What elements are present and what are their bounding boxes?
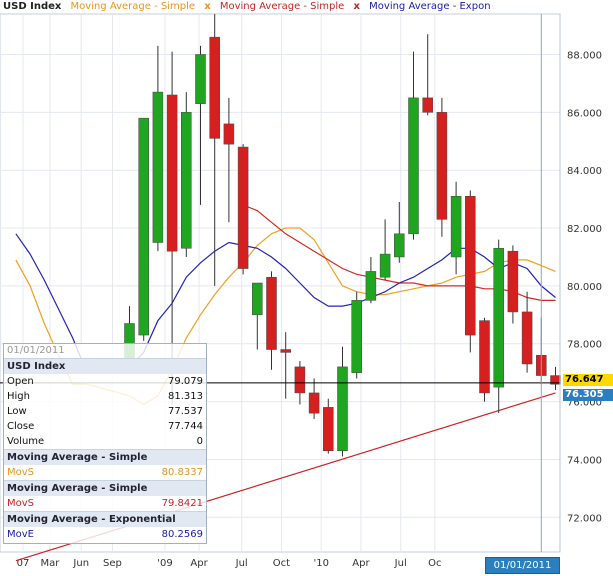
candle: [507, 245, 519, 324]
x-tick-label: Oc: [428, 558, 441, 569]
x-tick-label: '09: [157, 558, 172, 569]
x-tick-label: Jul: [235, 558, 248, 569]
y-axis: 88.00086.00084.00082.00080.00078.00076.0…: [567, 50, 602, 524]
row-label: High: [7, 391, 30, 402]
candle-body-up: [450, 195, 462, 258]
y-tick-label: 74.000: [567, 455, 602, 466]
row-value: 0: [196, 436, 203, 447]
candle-body-up: [138, 117, 149, 336]
candle-body-down: [323, 407, 334, 452]
candle-body-down: [223, 123, 235, 145]
x-tick-label: Apr: [352, 558, 370, 569]
candle: [493, 239, 504, 414]
row-label: Volume: [7, 436, 45, 447]
candle-body-down: [465, 195, 476, 336]
candle-body-up: [181, 112, 192, 249]
row-value: 77.537: [168, 406, 203, 417]
x-axis: 07 Mar Jun Sep '09 Apr Jul Oct '10 Apr Jul Oc: [17, 558, 442, 569]
row-value: 81.313: [168, 391, 203, 402]
x-tick-label: Apr: [190, 558, 208, 569]
data-tooltip-panel: 01/01/2011 USD Index Open 79.079 High 81.3…: [3, 343, 207, 544]
y-tick-label: 80.000: [567, 282, 602, 293]
y-tick-label: 84.000: [567, 166, 602, 177]
candle-body-up: [365, 271, 377, 301]
panel-row-low: Low 77.537: [4, 404, 206, 419]
candle-body-down: [422, 97, 433, 113]
panel-row-volume: Volume 0: [4, 434, 206, 449]
candle: [237, 144, 249, 275]
candle-body-up: [252, 282, 263, 316]
panel-row-move-blue: MovE 80.2569: [4, 527, 206, 542]
panel-row-close: Close 77.744: [4, 419, 206, 434]
y-tick-label: 86.000: [567, 108, 602, 119]
row-value: 80.2569: [161, 529, 203, 540]
panel-row-movs-red: MovS 79.8421: [4, 496, 206, 511]
panel-section-sma-orange: Moving Average - Simple: [4, 449, 206, 465]
candle-body-down: [209, 36, 220, 139]
candle-body-up: [379, 253, 391, 278]
candle-body-down: [266, 276, 277, 350]
candle-body-down: [436, 112, 448, 220]
candle-body-down: [507, 250, 519, 313]
row-label: MovS: [7, 467, 35, 478]
panel-row-open: Open 79.079: [4, 374, 206, 389]
candle-body-up: [351, 300, 362, 373]
candle-body-up: [337, 366, 348, 452]
x-tick-label: '10: [313, 558, 328, 569]
candle-body-down: [294, 366, 306, 394]
row-value: 77.744: [168, 421, 203, 432]
row-label: Open: [7, 376, 34, 387]
row-value: 79.079: [168, 376, 203, 387]
y-tick-label: 88.000: [567, 50, 602, 61]
x-tick-label: Jun: [72, 558, 89, 569]
current-price-label: 76.647: [563, 373, 613, 386]
candle-body-up: [408, 97, 419, 235]
candle: [138, 117, 149, 341]
candle-body-up: [394, 233, 405, 258]
row-value: 79.8421: [161, 498, 203, 509]
candle-body-down: [521, 311, 533, 365]
candle: [181, 92, 192, 257]
chart-window: USD Index Moving Average - Simple x Movi…: [0, 0, 613, 576]
candle-body-down: [237, 146, 249, 269]
row-label: Low: [7, 406, 27, 417]
row-label: MovE: [7, 529, 34, 540]
panel-section-usd-index: USD Index: [4, 358, 206, 374]
y-tick-label: 72.000: [567, 513, 602, 524]
panel-section-ema: Moving Average - Exponential: [4, 511, 206, 527]
trendline-price-label: 76.305: [563, 388, 613, 401]
x-tick-label: Mar: [41, 558, 61, 569]
candle: [436, 97, 448, 237]
panel-row-high: High 81.313: [4, 389, 206, 404]
candle: [465, 190, 476, 353]
panel-section-sma-red: Moving Average - Simple: [4, 480, 206, 496]
candle-body-down: [308, 392, 320, 414]
candle-body-up: [152, 91, 164, 243]
candle-body-down: [479, 320, 490, 394]
panel-row-movs-orange: MovS 80.8337: [4, 465, 206, 480]
panel-date: 01/01/2011: [7, 345, 65, 356]
x-tick-label: Sep: [103, 558, 122, 569]
x-tick-label: Oct: [273, 558, 290, 569]
row-value: 80.8337: [161, 467, 203, 478]
y-tick-label: 78.000: [567, 340, 602, 351]
candle: [351, 291, 362, 379]
candle-body-up: [195, 54, 206, 104]
candle-body-down: [166, 94, 178, 252]
candle-body-down: [280, 349, 291, 353]
crosshair-date-badge: 01/01/2011: [485, 557, 560, 574]
candle: [479, 317, 490, 402]
x-tick-label: Jul: [394, 558, 407, 569]
row-label: MovS: [7, 498, 35, 509]
row-label: Close: [7, 421, 35, 432]
candle-body-up: [493, 248, 504, 388]
y-tick-label: 82.000: [567, 224, 602, 235]
